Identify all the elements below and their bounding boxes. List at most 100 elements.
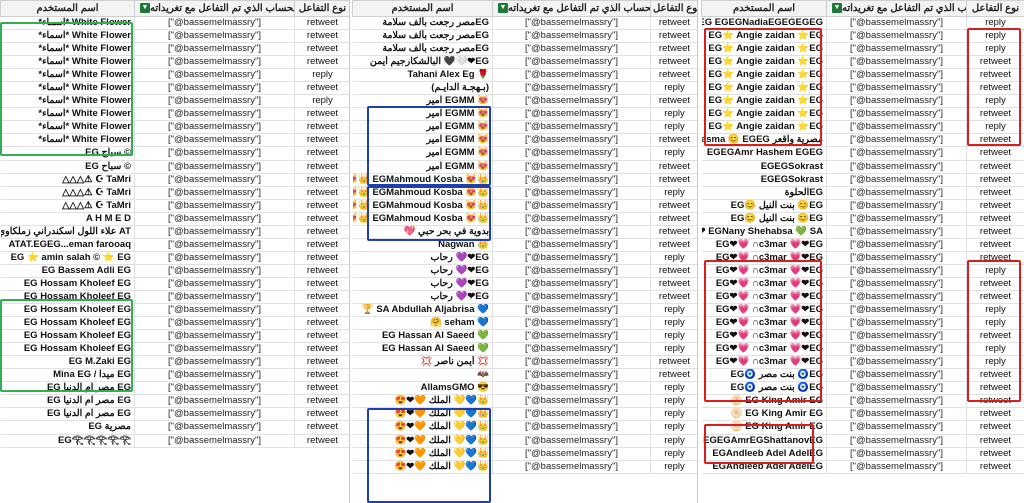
cell-interaction-type[interactable]: retweet: [966, 251, 1024, 265]
cell-interaction-type[interactable]: retweet: [650, 290, 697, 305]
cell-interaction-type[interactable]: reply: [966, 120, 1024, 135]
cell-username[interactable]: White Flower *اسماء*: [0, 29, 135, 44]
cell-interaction-type[interactable]: retweet: [650, 225, 697, 239]
table-row[interactable]: EGمصر رجعت بألف سلامة ["@bassemelmassry"]…: [352, 42, 697, 57]
cell-interaction-type[interactable]: retweet: [294, 355, 349, 370]
cell-interaction-type[interactable]: reply: [650, 381, 697, 396]
cell-account[interactable]: ["@bassemelmassry"]: [492, 355, 651, 370]
cell-username[interactable]: 😻 EGMM امير: [352, 160, 493, 174]
cell-account[interactable]: ["@bassemelmassry"]: [134, 29, 295, 44]
cell-interaction-type[interactable]: retweet: [294, 434, 349, 448]
table-row[interactable]: (بـهجـة الدايـم) ["@bassemelmassry"] reply: [352, 81, 697, 96]
table-row[interactable]: © سباح EG ["@bassemelmassry"] retweet: [0, 160, 349, 174]
cell-account[interactable]: ["@bassemelmassry"]: [826, 81, 967, 96]
cell-account[interactable]: ["@bassemelmassry"]: [826, 264, 967, 278]
cell-username[interactable]: EG❤💜 رحاب: [352, 251, 493, 265]
cell-account[interactable]: ["@bassemelmassry"]: [826, 55, 967, 70]
cell-username[interactable]: EG⭐ Angie zaidan ⭐EG: [701, 55, 827, 70]
cell-username[interactable]: 💢 أيمن ناصر 💢: [352, 355, 493, 370]
cell-interaction-type[interactable]: reply: [650, 251, 697, 265]
cell-account[interactable]: ["@bassemelmassry"]: [826, 434, 967, 448]
cell-interaction-type[interactable]: reply: [966, 264, 1024, 278]
cell-username[interactable]: 👑💙💛 الملك 🧡❤😍: [352, 394, 493, 409]
cell-interaction-type[interactable]: retweet: [294, 329, 349, 344]
table-row[interactable]: White Flower *اسماء* ["@bassemelmassry"] r…: [0, 107, 349, 122]
cell-username[interactable]: White Flower *اسماء*: [0, 42, 135, 57]
cell-account[interactable]: ["@bassemelmassry"]: [134, 68, 295, 83]
cell-interaction-type[interactable]: retweet: [966, 407, 1024, 422]
cell-account[interactable]: ["@bassemelmassry"]: [492, 303, 651, 318]
cell-username[interactable]: EG❤💗 ∩c3mar 💗❤EG: [701, 238, 827, 252]
table-row[interactable]: EG Hossam Kholeef EG ["@bassemelmassry"] r…: [0, 303, 349, 318]
table-row[interactable]: EGEGSokrast ["@bassemelmassry"] retweet: [701, 160, 1024, 174]
table-row[interactable]: White Flower *اسماء* ["@bassemelmassry"] r…: [0, 81, 349, 96]
table-row[interactable]: 👑💙💛 الملك 🧡❤😍 ["@bassemelmassry"] reply: [352, 394, 697, 409]
table-row[interactable]: EG❤ EGNany Shehabsa 💚 SA["@bassemelmassr…: [701, 225, 1024, 239]
cell-account[interactable]: ["@bassemelmassry"]: [134, 394, 295, 409]
cell-interaction-type[interactable]: retweet: [966, 160, 1024, 174]
cell-username[interactable]: 💙 seham 🤗: [352, 316, 493, 331]
cell-interaction-type[interactable]: retweet: [650, 368, 697, 383]
table-row[interactable]: EG ⭐ amin salah © ⭐ EG ["@bassemelmassry"…: [0, 251, 349, 265]
cell-account[interactable]: ["@bassemelmassry"]: [826, 277, 967, 291]
cell-interaction-type[interactable]: retweet: [294, 290, 349, 305]
table-row[interactable]: 💚 EG Hassan Al Saeed ["@bassemelmassry"] r…: [352, 342, 697, 357]
table-row[interactable]: EG King Amir EG 🫓 ["@bassemelmassry"] retw…: [701, 394, 1024, 409]
cell-interaction-type[interactable]: reply: [966, 316, 1024, 331]
table-row[interactable]: 🦇 ["@bassemelmassry"] retweet: [352, 368, 697, 383]
cell-username[interactable]: EG ⭐ amin salah © ⭐ EG: [0, 251, 135, 265]
table-row[interactable]: White Flower *اسماء* ["@bassemelmassry"] r…: [0, 94, 349, 109]
cell-username[interactable]: EGAndleeb Adel AdelEG: [701, 460, 827, 474]
cell-account[interactable]: ["@bassemelmassry"]: [492, 55, 651, 70]
table-row[interactable]: EG مصر ام الدنيا EG ["@bassemelmassry"] re…: [0, 381, 349, 396]
table-row[interactable]: 😻 EGMM امير ["@bassemelmassry"] reply: [352, 120, 697, 135]
cell-username[interactable]: EG❤💗 ∩c3mar 💗❤EG: [701, 303, 827, 318]
cell-interaction-type[interactable]: retweet: [294, 186, 349, 200]
table-row[interactable]: 😻 EGMM امير ["@bassemelmassry"] reply: [352, 146, 697, 161]
table-row[interactable]: White Flower *اسماء* ["@bassemelmassry"] r…: [0, 55, 349, 70]
cell-account[interactable]: ["@bassemelmassry"]: [826, 212, 967, 226]
cell-interaction-type[interactable]: retweet: [650, 277, 697, 291]
cell-username[interactable]: EG مصر ام الدنيا EG: [0, 381, 135, 396]
cell-username[interactable]: 😎 AllamsGMO: [352, 381, 493, 396]
cell-username[interactable]: EG❤💜 رحاب: [352, 290, 493, 305]
cell-interaction-type[interactable]: reply: [650, 107, 697, 122]
cell-account[interactable]: ["@bassemelmassry"]: [826, 420, 967, 435]
table-row[interactable]: EG❤💗 ∩c3mar 💗❤EG ["@bassemelmassry"] reply: [701, 316, 1024, 331]
cell-account[interactable]: ["@bassemelmassry"]: [492, 16, 651, 31]
cell-interaction-type[interactable]: retweet: [294, 303, 349, 318]
cell-username[interactable]: 👑 Nagwan: [352, 238, 493, 252]
filter-icon[interactable]: ▼: [832, 3, 842, 14]
cell-interaction-type[interactable]: retweet: [294, 342, 349, 357]
cell-username[interactable]: White Flower *اسماء*: [0, 120, 135, 135]
cell-interaction-type[interactable]: retweet: [294, 120, 349, 135]
cell-username[interactable]: 👑💙💛 الملك 🧡❤😍: [352, 434, 493, 448]
cell-interaction-type[interactable]: reply: [650, 120, 697, 135]
cell-username[interactable]: مصرية واقعر basma 😊 EGEG: [701, 133, 827, 148]
cell-interaction-type[interactable]: retweet: [650, 68, 697, 83]
cell-account[interactable]: ["@bassemelmassry"]: [492, 394, 651, 409]
cell-account[interactable]: ["@bassemelmassry"]: [826, 303, 967, 318]
table-row[interactable]: EG❤💜 رحاب ["@bassemelmassry"] retweet: [352, 264, 697, 278]
cell-account[interactable]: ["@bassemelmassry"]: [492, 212, 651, 226]
cell-username[interactable]: EG❤🤍🖤 البالشكارجيم أيمن: [352, 55, 493, 70]
table-row[interactable]: 😻 EGMM امير ["@bassemelmassry"] retweet: [352, 133, 697, 148]
cell-account[interactable]: ["@bassemelmassry"]: [492, 251, 651, 265]
cell-account[interactable]: ["@bassemelmassry"]: [492, 447, 651, 461]
table-row[interactable]: 👑💙💛 الملك 🧡❤😍 ["@bassemelmassry"] reply: [352, 420, 697, 435]
cell-account[interactable]: ["@bassemelmassry"]: [134, 16, 295, 31]
cell-account[interactable]: ["@bassemelmassry"]: [826, 342, 967, 357]
cell-username[interactable]: 👑😻 EGMahmoud Kosba 👑😻: [352, 199, 493, 213]
cell-username[interactable]: EGAndleeb Adel AdelEG: [701, 447, 827, 461]
cell-username[interactable]: 💚 EG Hassan Al Saeed: [352, 329, 493, 344]
table-row[interactable]: EG⭐ Angie zaidan ⭐EG ["@bassemelmassry"] r…: [701, 29, 1024, 44]
table-row[interactable]: EG❤💗 ∩c3mar 💗❤EG ["@bassemelmassry"] reply: [701, 355, 1024, 370]
column-header-username[interactable]: اسم المستخدم: [352, 0, 493, 17]
cell-interaction-type[interactable]: retweet: [294, 173, 349, 187]
cell-username[interactable]: EG مصر ام الدنيا EG: [0, 394, 135, 409]
cell-username[interactable]: 😻 EGMM امير: [352, 107, 493, 122]
table-row[interactable]: EGمصر رجعت بألف سلامة ["@bassemelmassry"]…: [352, 16, 697, 31]
cell-username[interactable]: EGEGSokrast: [701, 160, 827, 174]
cell-interaction-type[interactable]: reply: [966, 42, 1024, 57]
cell-account[interactable]: ["@bassemelmassry"]: [826, 29, 967, 44]
